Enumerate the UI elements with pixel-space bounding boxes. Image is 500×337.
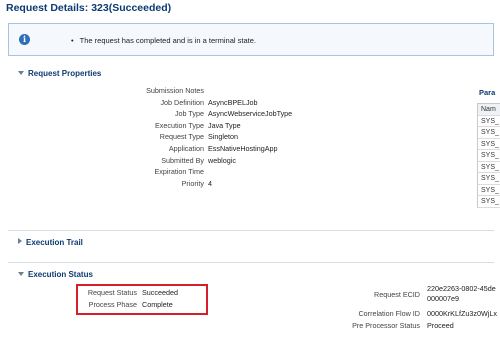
preprocessor-value: Proceed xyxy=(427,321,454,330)
property-label: Execution Type xyxy=(154,120,204,130)
correlation-flow-value: 0000KrKLfZu3z0WjLx xyxy=(427,309,497,318)
property-label: Submission Notes xyxy=(146,86,204,95)
section-title: Execution Status xyxy=(28,270,93,279)
disclosure-expanded-icon[interactable] xyxy=(18,272,24,276)
parameters-label: Para xyxy=(479,88,496,97)
section-execution-status[interactable]: Execution Status xyxy=(18,270,93,279)
parameters-table-row: SYS_ xyxy=(478,185,500,196)
parameters-table-row: SYS_ xyxy=(478,196,500,208)
disclosure-expanded-icon[interactable] xyxy=(18,71,24,75)
property-value: Java Type xyxy=(208,120,241,130)
section-request-properties[interactable]: Request Properties xyxy=(18,69,101,78)
section-execution-trail[interactable]: Execution Trail xyxy=(18,238,83,247)
property-label: Priority xyxy=(181,178,204,188)
request-ecid-value-cont: 000007e9 xyxy=(427,294,459,303)
preprocessor-label: Pre Processor Status xyxy=(352,321,420,330)
parameters-table-header: Nam xyxy=(478,104,500,116)
divider xyxy=(8,262,494,263)
section-title: Execution Trail xyxy=(26,238,83,247)
property-value: EssNativeHostingApp xyxy=(208,144,278,153)
page-title: Request Details: 323(Succeeded) xyxy=(6,2,172,14)
info-icon: i xyxy=(19,34,30,45)
property-value: 4 xyxy=(208,178,212,188)
parameters-table-row: SYS_ xyxy=(478,116,500,127)
process-phase-value: Complete xyxy=(142,300,173,309)
property-value: AsyncBPELJob xyxy=(208,97,258,107)
section-title: Request Properties xyxy=(28,69,102,78)
request-ecid-value: 220e2263-0802-45de xyxy=(427,284,496,293)
property-value: weblogic xyxy=(208,155,236,165)
correlation-flow-label: Correlation Flow ID xyxy=(358,309,420,318)
process-phase-label: Process Phase xyxy=(88,300,137,309)
property-label: Application xyxy=(168,144,204,153)
request-status-value: Succeeded xyxy=(142,288,178,297)
property-label: Submitted By xyxy=(161,155,204,165)
property-label: Job Type xyxy=(174,109,204,119)
parameters-table: Nam SYS_ SYS_ SYS_ SYS_ SYS_ SYS_ SYS_ S… xyxy=(477,103,500,208)
request-status-label: Request Status xyxy=(87,288,137,297)
parameters-table-row: SYS_ xyxy=(478,150,500,162)
property-label: Job Definition xyxy=(160,97,204,107)
parameters-table-row: SYS_ xyxy=(478,139,500,150)
parameters-table-row: SYS_ xyxy=(478,127,500,139)
property-value: Singleton xyxy=(208,132,238,142)
request-ecid-label: Request ECID xyxy=(374,290,420,299)
info-message-box: i The request has completed and is in a … xyxy=(8,23,494,56)
property-value: AsyncWebserviceJobType xyxy=(208,109,293,119)
parameters-table-row: SYS_ xyxy=(478,162,500,173)
divider xyxy=(8,230,494,231)
parameters-table-row: SYS_ xyxy=(478,173,500,185)
info-message: The request has completed and is in a te… xyxy=(71,36,256,45)
property-label: Expiration Time xyxy=(154,167,204,177)
property-label: Request Type xyxy=(159,132,204,142)
disclosure-collapsed-icon[interactable] xyxy=(18,238,22,244)
